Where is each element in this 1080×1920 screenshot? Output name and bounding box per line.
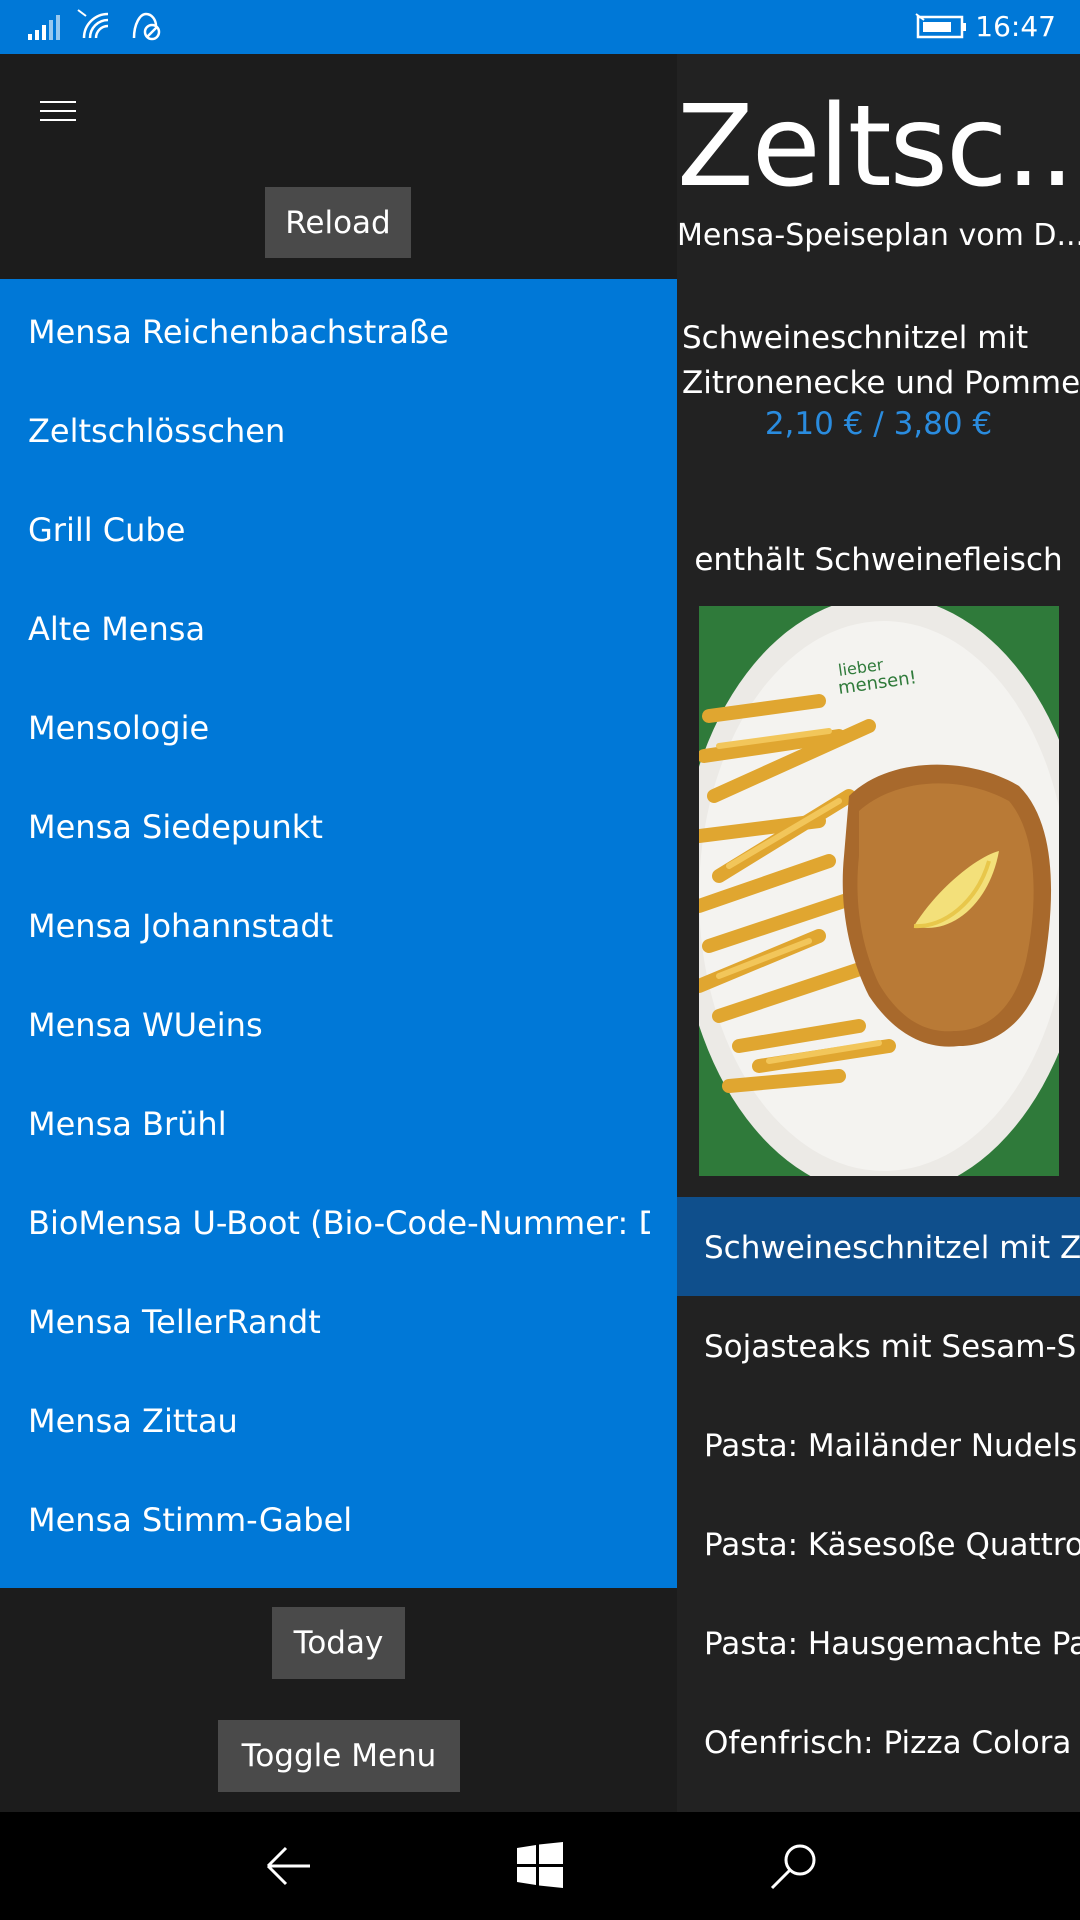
navigation-bar bbox=[0, 1812, 1080, 1920]
mensa-item-zittau[interactable]: Mensa Zittau bbox=[0, 1368, 650, 1467]
meal-item[interactable]: Pasta: Mailänder Nudels bbox=[677, 1395, 1080, 1494]
today-button[interactable]: Today bbox=[272, 1607, 405, 1679]
meal-item[interactable]: Pasta: Hausgemachte Pa bbox=[677, 1593, 1080, 1692]
mensa-item-reichenbachstrasse[interactable]: Mensa Reichenbachstraße bbox=[0, 279, 650, 378]
dish-price: 2,10 € / 3,80 € bbox=[764, 406, 993, 442]
windows-start-icon[interactable] bbox=[517, 1842, 563, 1888]
meal-item[interactable]: Pasta: Käsesoße Quattro bbox=[677, 1494, 1080, 1593]
page-title: Zeltsc... bbox=[677, 82, 1080, 212]
meal-item-selected[interactable]: Schweineschnitzel mit Z bbox=[677, 1197, 1080, 1296]
mensa-item-biomensa-u-boot[interactable]: BioMensa U-Boot (Bio-Code-Nummer: DE bbox=[0, 1170, 650, 1269]
search-icon[interactable] bbox=[768, 1842, 820, 1892]
dish-name-line-1: Schweineschnitzel mit bbox=[682, 320, 1029, 356]
mensa-item-wueins[interactable]: Mensa WUeins bbox=[0, 972, 650, 1071]
battery-charging-icon bbox=[915, 13, 966, 39]
mensa-item-stimm-gabel[interactable]: Mensa Stimm-Gabel bbox=[0, 1467, 650, 1566]
dish-note: enthält Schweinefleisch bbox=[694, 542, 1063, 578]
dish-name: Schweineschnitzel mit Zitronenecke und P… bbox=[682, 316, 1080, 406]
mensa-item-bruehl[interactable]: Mensa Brühl bbox=[0, 1071, 650, 1170]
clock: 16:47 bbox=[975, 10, 1056, 43]
mensa-item-johannstadt[interactable]: Mensa Johannstadt bbox=[0, 873, 650, 972]
back-arrow-icon[interactable] bbox=[264, 1842, 314, 1890]
mensa-item-alte-mensa[interactable]: Alte Mensa bbox=[0, 576, 650, 675]
mensa-item-siedepunkt[interactable]: Mensa Siedepunkt bbox=[0, 774, 650, 873]
mensa-list: Mensa Reichenbachstraße Zeltschlösschen … bbox=[0, 279, 677, 1588]
page-subtitle: Mensa-Speiseplan vom D... bbox=[677, 218, 1080, 253]
content-pane: Zeltsc... Mensa-Speiseplan vom D... Schw… bbox=[677, 54, 1080, 1812]
location-off-icon bbox=[132, 12, 161, 41]
mensa-item-grill-cube[interactable]: Grill Cube bbox=[0, 477, 650, 576]
mensa-item-mensologie[interactable]: Mensologie bbox=[0, 675, 650, 774]
meal-item[interactable]: Sojasteaks mit Sesam-S bbox=[677, 1296, 1080, 1395]
hamburger-menu-icon[interactable] bbox=[40, 101, 76, 131]
mensa-item-tellerrandt[interactable]: Mensa TellerRandt bbox=[0, 1269, 650, 1368]
reload-button[interactable]: Reload bbox=[265, 187, 411, 258]
wifi-icon bbox=[77, 9, 109, 39]
dish-photo: lieber mensen! bbox=[699, 606, 1059, 1176]
mensa-item-zeltschloesschen[interactable]: Zeltschlösschen bbox=[0, 378, 650, 477]
signal-icon bbox=[28, 15, 60, 40]
toggle-menu-button[interactable]: Toggle Menu bbox=[218, 1720, 460, 1792]
meal-list: Schweineschnitzel mit Z Sojasteaks mit S… bbox=[677, 1197, 1080, 1791]
meal-item[interactable]: Ofenfrisch: Pizza Colora bbox=[677, 1692, 1080, 1791]
status-bar: 16:47 bbox=[0, 0, 1080, 54]
dish-name-line-2: Zitronenecke und Pommes bbox=[682, 365, 1080, 401]
menu-pane: Reload Mensa Reichenbachstraße Zeltschlö… bbox=[0, 54, 677, 1812]
